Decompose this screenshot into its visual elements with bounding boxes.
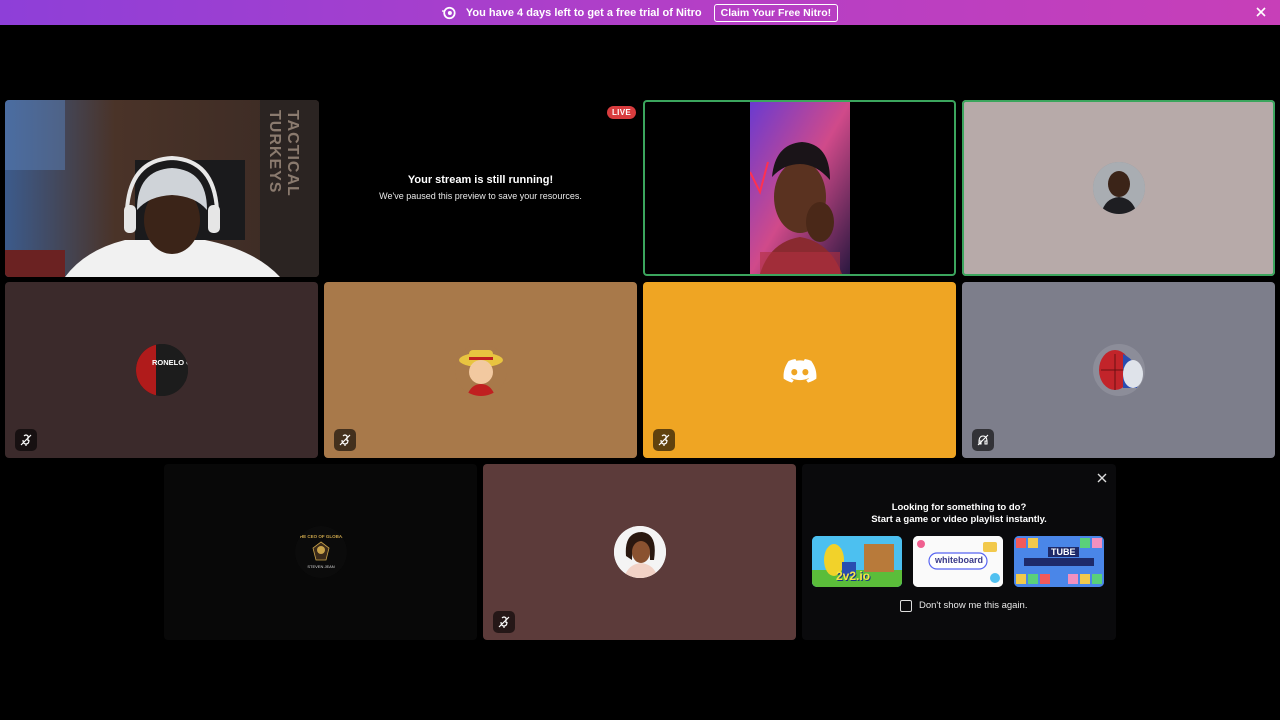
dont-show-checkbox[interactable] [900, 600, 912, 612]
avatar [454, 344, 507, 396]
avatar [1092, 344, 1145, 396]
nitro-message: You have 4 days left to get a free trial… [465, 6, 702, 19]
nitro-icon [441, 6, 456, 19]
participant-tile[interactable] [643, 282, 956, 458]
activity-2v2-card[interactable]: 2v2.io [812, 536, 902, 587]
activity-label: TUBE [1048, 547, 1079, 557]
close-icon[interactable] [1254, 5, 1268, 19]
stream-paused-title: Your stream is still running! [407, 174, 554, 186]
avatar-text: RONELO GAMI [152, 358, 188, 367]
discord-logo-icon [783, 359, 817, 383]
muted-mic-icon [653, 429, 675, 451]
stream-paused-subtitle: We've paused this preview to save your r… [379, 191, 582, 201]
participant-tile[interactable] [962, 282, 1275, 458]
deafened-icon [972, 429, 994, 451]
muted-mic-icon [334, 429, 356, 451]
activity-title: Looking for something to do? [891, 502, 1027, 513]
participant-tile[interactable]: THE CEO OF GLOBAL STEVEN JEAN [164, 464, 477, 640]
activity-tube-card[interactable]: TUBE [1014, 536, 1104, 587]
webcam-sign: TACTICAL TURKEYS [266, 110, 301, 197]
activity-label: whiteboard [935, 555, 984, 565]
muted-mic-icon [15, 429, 37, 451]
avatar: THE CEO OF GLOBAL STEVEN JEAN [294, 526, 347, 578]
muted-mic-icon [493, 611, 515, 633]
avatar [613, 526, 666, 578]
participant-tile[interactable] [483, 464, 796, 640]
avatar [1092, 162, 1145, 214]
claim-nitro-button[interactable]: Claim Your Free Nitro! [713, 3, 839, 22]
activity-panel: Looking for something to do? Start a gam… [802, 464, 1116, 640]
activity-label: 2v2.io [836, 569, 871, 583]
avatar-text: THE CEO OF GLOBAL [297, 534, 345, 539]
participant-video [750, 102, 850, 274]
stream-preview-tile[interactable]: LIVE Your stream is still running! We've… [324, 100, 637, 277]
close-icon[interactable] [1096, 472, 1108, 484]
nitro-banner: You have 4 days left to get a free trial… [0, 0, 1280, 25]
participant-video-tile[interactable] [643, 100, 956, 276]
participant-tile[interactable]: RONELO GAMI [5, 282, 318, 458]
participant-tile[interactable] [324, 282, 637, 458]
activity-subtitle: Start a game or video playlist instantly… [871, 514, 1047, 525]
participant-tile[interactable] [962, 100, 1275, 276]
live-badge: LIVE [607, 106, 636, 119]
avatar: RONELO GAMI [135, 344, 188, 396]
dont-show-label: Don't show me this again. [919, 600, 1028, 611]
avatar-text: STEVEN JEAN [307, 564, 334, 569]
webcam-tile[interactable]: TACTICAL TURKEYS [5, 100, 319, 277]
activity-whiteboard-card[interactable]: whiteboard [913, 536, 1003, 587]
